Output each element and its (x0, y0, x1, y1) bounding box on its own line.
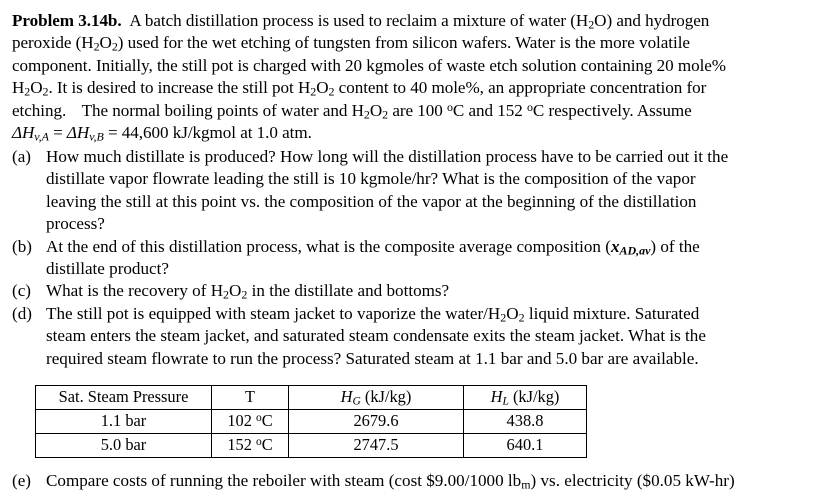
list-item-b-tag: (b) (12, 236, 32, 256)
problem-label: Problem 3.14b. (12, 11, 122, 30)
table-row: 1.1 bar 102 oC 2679.6 438.8 (35, 409, 587, 434)
header-hg-symbol: H (340, 387, 353, 406)
cell-temperature: 152 oC (211, 433, 289, 458)
list-item-c-body: What is the recovery of H2O2 in the dist… (46, 280, 807, 302)
item-c-text-b: O (229, 281, 242, 301)
header-hl: HL (kJ/kg) (463, 385, 587, 410)
intro-line-2-mid: O (99, 33, 112, 53)
cell-pressure: 1.1 bar (35, 409, 212, 434)
table-header-row: Sat. Steam Pressure T HG (kJ/kg) HL (kJ/… (35, 385, 587, 410)
equation-value: = 44,600 kJ/kgmol at 1.0 atm. (103, 123, 312, 143)
cell-temperature-unit: C (261, 435, 273, 454)
item-d-text-a: The still pot is equipped with steam jac… (46, 303, 501, 323)
cell-hl: 438.8 (463, 409, 587, 434)
cell-hg: 2747.5 (288, 433, 464, 458)
intro-line-5-b: The normal boiling points of water and H (81, 100, 364, 120)
intro-line-4-c: . It is desired to increase the still po… (48, 78, 311, 98)
list-item-e-body: Compare costs of running the reboiler wi… (12, 470, 807, 492)
cell-pressure: 5.0 bar (35, 433, 212, 458)
item-a-line-3: leaving the still at this point vs. the … (46, 191, 697, 211)
problem-intro-paragraph: Problem 3.14b. A batch distillation proce… (12, 10, 801, 144)
list-item-d-body: The still pot is equipped with steam jac… (46, 303, 807, 370)
item-b-text-a: At the end of this distillation process,… (46, 236, 611, 256)
equation-equals-1: = (48, 123, 67, 143)
item-d-line-3: required steam flowrate to run the proce… (46, 348, 699, 368)
intro-line-2-text: peroxide (H (12, 33, 94, 53)
cell-temperature-value: 152 (227, 435, 256, 454)
item-d-line-2: steam enters the steam jacket, and satur… (46, 326, 706, 346)
list-item-e-tag: (e) (12, 471, 31, 490)
table-body: 1.1 bar 102 oC 2679.6 438.8 5.0 bar 152 … (35, 409, 587, 458)
intro-line-1: Problem 3.14b. A batch distillation proce… (12, 10, 801, 32)
intro-line-4: H2O2. It is desired to increase the stil… (12, 77, 801, 99)
intro-line-2-end: ) used for the wet etching of tungsten f… (117, 33, 690, 53)
item-d-text-b: O (506, 303, 519, 323)
item-c-line-1: What is the recovery of H2O2 in the dist… (46, 280, 807, 302)
delta-hv-b-symbol: ΔH (66, 123, 90, 143)
item-b-line-2: distillate product? (46, 259, 169, 279)
list-item-c-tag: (c) (12, 281, 31, 301)
document-page: Problem 3.14b. A batch distillation proce… (0, 0, 813, 502)
table-header: Sat. Steam Pressure T HG (kJ/kg) HL (kJ/… (35, 385, 587, 410)
header-hg: HG (kJ/kg) (288, 385, 464, 410)
item-a-line-1: How much distillate is produced? How lon… (46, 147, 729, 166)
list-item-a-body: How much distillate is produced? How lon… (46, 146, 807, 236)
intro-line-5-f: C respectively. Assume (532, 100, 692, 120)
enthalpy-equation-line: ΔHv,A = ΔHv,B = 44,600 kJ/kgmol at 1.0 a… (12, 122, 801, 144)
header-hg-unit: (kJ/kg) (360, 387, 412, 406)
list-item-a-tag: (a) (12, 147, 31, 166)
header-pressure: Sat. Steam Pressure (35, 385, 212, 410)
header-temperature: T (211, 385, 289, 410)
intro-line-4-e: content to 40 mole%, an appropriate conc… (334, 78, 707, 98)
delta-hv-a-symbol: ΔH (12, 123, 35, 143)
header-hg-subscript: G (352, 395, 361, 408)
intro-line-1-text-c: O) and hydrogen (594, 11, 710, 30)
saturated-steam-properties-table: Sat. Steam Pressure T HG (kJ/kg) HL (kJ/… (35, 385, 587, 458)
intro-line-2: peroxide (H2O2) used for the wet etching… (12, 32, 801, 54)
intro-line-4-a: H (12, 78, 25, 98)
cell-temperature: 102 oC (211, 409, 289, 434)
delta-hv-b-subscript: v,B (89, 129, 104, 144)
list-item-e: (e) Compare costs of running the reboile… (12, 470, 807, 492)
intro-line-3: component. Initially, the still pot is c… (12, 55, 726, 75)
item-a-line-2: distillate vapor flowrate leading the st… (46, 169, 696, 189)
item-e-text-b: ) vs. electricity ($0.05 kW-hr) (530, 471, 735, 490)
intro-line-5: etching. The normal boiling points of wat… (12, 100, 801, 122)
table-row: 5.0 bar 152 oC 2747.5 640.1 (35, 433, 587, 458)
intro-line-4-d: O (316, 78, 329, 98)
list-item-c: (c) What is the recovery of H2O2 in the … (12, 280, 807, 302)
intro-line-4-b: O (30, 78, 43, 98)
item-c-text-a: What is the recovery of H (46, 281, 224, 301)
delta-hv-a-subscript: v,A (34, 129, 49, 144)
item-e-lbm-subscript: m (521, 477, 531, 492)
intro-line-5-d: are 100 (388, 100, 447, 120)
list-item-d-tag: (d) (12, 303, 32, 323)
cell-temperature-unit: C (261, 411, 273, 430)
item-b-text-b: ) of the (650, 236, 700, 256)
list-item-a: (a) How much distillate is produced? How… (12, 146, 807, 236)
cell-hg: 2679.6 (288, 409, 464, 434)
problem-parts-list: (a) How much distillate is produced? How… (12, 146, 807, 370)
list-item-b: (b) At the end of this distillation proc… (12, 236, 807, 281)
list-item-b-body: At the end of this distillation process,… (46, 236, 807, 281)
item-b-line-1: At the end of this distillation process,… (46, 236, 807, 258)
x-ad-av-subscript: AD,av (619, 243, 651, 258)
item-a-line-4: process? (46, 214, 105, 234)
item-e-text-a: Compare costs of running the reboiler wi… (46, 471, 522, 490)
intro-line-1-text-a: A batch distillation process is used to … (129, 11, 589, 30)
intro-line-5-c: O (369, 100, 383, 120)
item-d-text-c: liquid mixture. Saturated (524, 303, 700, 323)
item-d-line-1: The still pot is equipped with steam jac… (46, 303, 807, 325)
header-hl-symbol: H (490, 387, 503, 406)
cell-temperature-value: 102 (227, 411, 256, 430)
intro-line-5-e: C and 152 (452, 100, 527, 120)
item-c-text-c: in the distillate and bottoms? (247, 281, 450, 301)
header-hl-unit: (kJ/kg) (508, 387, 560, 406)
list-item-d: (d) The still pot is equipped with steam… (12, 303, 807, 370)
intro-line-5-a: etching. (12, 100, 67, 120)
cell-hl: 640.1 (463, 433, 587, 458)
